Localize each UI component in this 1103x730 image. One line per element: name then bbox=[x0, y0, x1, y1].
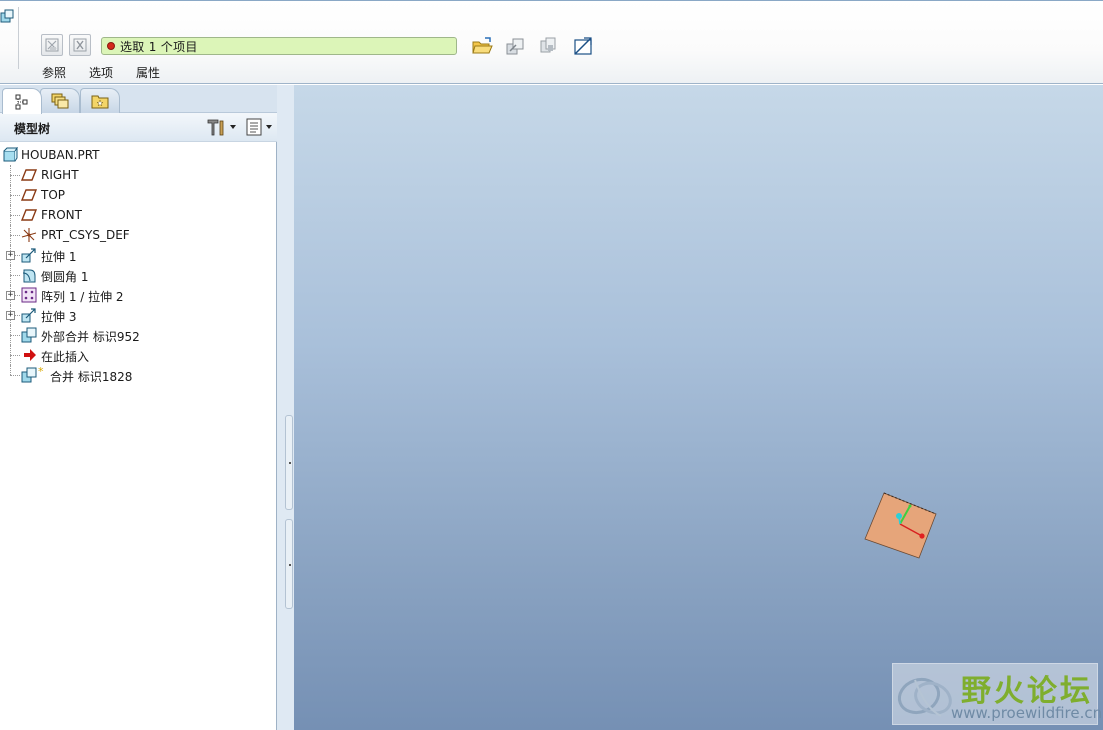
model-tree-header: 模型树 bbox=[0, 113, 294, 142]
tree-guide bbox=[10, 175, 20, 176]
tree-settings-button[interactable] bbox=[205, 118, 239, 136]
tree-guide bbox=[10, 375, 20, 376]
settings-tools-icon bbox=[207, 119, 224, 136]
tree-item-label: FRONT bbox=[41, 208, 82, 222]
tree-item-pattern-1[interactable]: + 阵列 1 / 拉伸 2 bbox=[0, 285, 277, 305]
tree-item-front[interactable]: FRONT bbox=[0, 205, 277, 225]
navigator-sash[interactable] bbox=[277, 85, 294, 730]
new-feature-star-icon: * bbox=[38, 365, 44, 378]
pattern-icon bbox=[21, 287, 37, 303]
coordinate-system-icon bbox=[21, 228, 37, 242]
merge-feature-icon bbox=[0, 9, 14, 23]
favorites-folder-icon bbox=[91, 95, 109, 109]
layers-folder-icon bbox=[51, 93, 69, 109]
tree-guide bbox=[10, 355, 20, 356]
apply-button[interactable] bbox=[41, 34, 63, 56]
insert-here-arrow-icon bbox=[24, 349, 36, 361]
required-status-icon bbox=[107, 42, 115, 50]
part-icon bbox=[3, 147, 18, 162]
model-tree-list: HOUBAN.PRT RIGHT TOP FRONT PRT_CSYS_DEF … bbox=[0, 145, 277, 385]
tab-favorites[interactable] bbox=[80, 88, 120, 113]
model-tree-icon bbox=[15, 94, 28, 109]
dashboard-separator bbox=[18, 7, 19, 69]
tree-item-label: 拉伸 3 bbox=[41, 310, 77, 324]
extrude-icon bbox=[21, 308, 36, 323]
chevron-down-icon bbox=[230, 125, 236, 129]
merge-icon bbox=[21, 327, 37, 343]
tree-guide bbox=[10, 335, 20, 336]
graphics-window[interactable]: 野火论坛 www.proewildfire.cn bbox=[294, 85, 1103, 730]
apply-icon bbox=[45, 38, 59, 52]
tree-guide bbox=[10, 195, 20, 196]
datum-plane-icon bbox=[21, 169, 37, 181]
watermark-url: www.proewildfire.cn bbox=[951, 704, 1103, 722]
tree-item-label: PRT_CSYS_DEF bbox=[41, 228, 130, 242]
tree-item-label: TOP bbox=[41, 188, 66, 202]
tree-item-label: 合并 标识1828 bbox=[50, 370, 133, 384]
expand-toggle[interactable]: + bbox=[6, 251, 15, 260]
datum-plane-icon bbox=[21, 209, 37, 221]
tree-item-label: 外部合并 标识952 bbox=[41, 330, 140, 344]
tree-show-button[interactable] bbox=[245, 118, 279, 136]
tree-item-label: 倒圆角 1 bbox=[41, 270, 89, 284]
tree-item-top[interactable]: TOP bbox=[0, 185, 277, 205]
tree-item-extrude-3[interactable]: + 拉伸 3 bbox=[0, 305, 277, 325]
tree-item-houban-prt[interactable]: HOUBAN.PRT bbox=[0, 145, 277, 165]
cancel-icon bbox=[73, 38, 87, 52]
navigator-tabs bbox=[0, 85, 294, 114]
tree-item-external-merge[interactable]: 外部合并 标识952 bbox=[0, 325, 277, 345]
reference-collector[interactable]: 选取 1 个项目 bbox=[101, 37, 457, 55]
tree-item-merge-1828[interactable]: * 合并 标识1828 bbox=[0, 365, 277, 385]
tree-item-label: 在此插入 bbox=[41, 350, 90, 364]
navigator-pane: 模型树 HOUBAN.PRT RIGHT TOP FRONT PRT_CSYS_… bbox=[0, 85, 294, 730]
part-model[interactable] bbox=[862, 490, 942, 562]
tab-options[interactable]: 选项 bbox=[89, 64, 113, 81]
tab-model-tree[interactable] bbox=[2, 88, 42, 114]
merge-new-icon bbox=[21, 367, 37, 383]
chevron-down-icon bbox=[266, 125, 272, 129]
sash-grip[interactable] bbox=[285, 519, 293, 609]
open-folder-icon[interactable] bbox=[471, 35, 493, 57]
tree-guide bbox=[10, 235, 20, 236]
tree-item-insert-here[interactable]: 在此插入 bbox=[0, 345, 277, 365]
forum-logo-icon bbox=[897, 677, 952, 717]
tree-guide bbox=[10, 275, 20, 276]
sash-grip[interactable] bbox=[285, 415, 293, 510]
model-tree-panel: HOUBAN.PRT RIGHT TOP FRONT PRT_CSYS_DEF … bbox=[0, 142, 277, 730]
tree-item-label: 阵列 1 / 拉伸 2 bbox=[41, 290, 124, 304]
forum-watermark: 野火论坛 www.proewildfire.cn bbox=[892, 663, 1102, 725]
cancel-button[interactable] bbox=[69, 34, 91, 56]
tree-guide bbox=[10, 215, 20, 216]
round-icon bbox=[22, 269, 36, 283]
tree-item-label: RIGHT bbox=[41, 168, 79, 182]
expand-toggle[interactable]: + bbox=[6, 291, 15, 300]
extrude-icon bbox=[21, 248, 36, 263]
collector-text: 选取 1 个项目 bbox=[120, 39, 198, 54]
tab-references[interactable]: 参照 bbox=[42, 64, 66, 81]
tree-item-prt-csys-def[interactable]: PRT_CSYS_DEF bbox=[0, 225, 277, 245]
feature-dashboard: 选取 1 个项目 参照 选项 属性 bbox=[0, 0, 1103, 84]
tree-item-round-1[interactable]: 倒圆角 1 bbox=[0, 265, 277, 285]
tree-guide bbox=[10, 365, 11, 375]
tree-item-extrude-1[interactable]: + 拉伸 1 bbox=[0, 245, 277, 265]
model-tree-title: 模型树 bbox=[14, 122, 51, 136]
datum-plane-icon bbox=[21, 189, 37, 201]
expand-toggle[interactable]: + bbox=[6, 311, 15, 320]
tree-item-right[interactable]: RIGHT bbox=[0, 165, 277, 185]
section-plane-icon[interactable] bbox=[572, 35, 594, 57]
tree-item-label: HOUBAN.PRT bbox=[21, 148, 100, 162]
placement-icon[interactable] bbox=[537, 35, 559, 57]
tab-folder-browser[interactable] bbox=[40, 88, 80, 113]
tree-item-label: 拉伸 1 bbox=[41, 250, 77, 264]
show-list-icon bbox=[246, 118, 262, 136]
reference-part-icon[interactable] bbox=[504, 35, 526, 57]
tab-properties[interactable]: 属性 bbox=[136, 64, 160, 81]
